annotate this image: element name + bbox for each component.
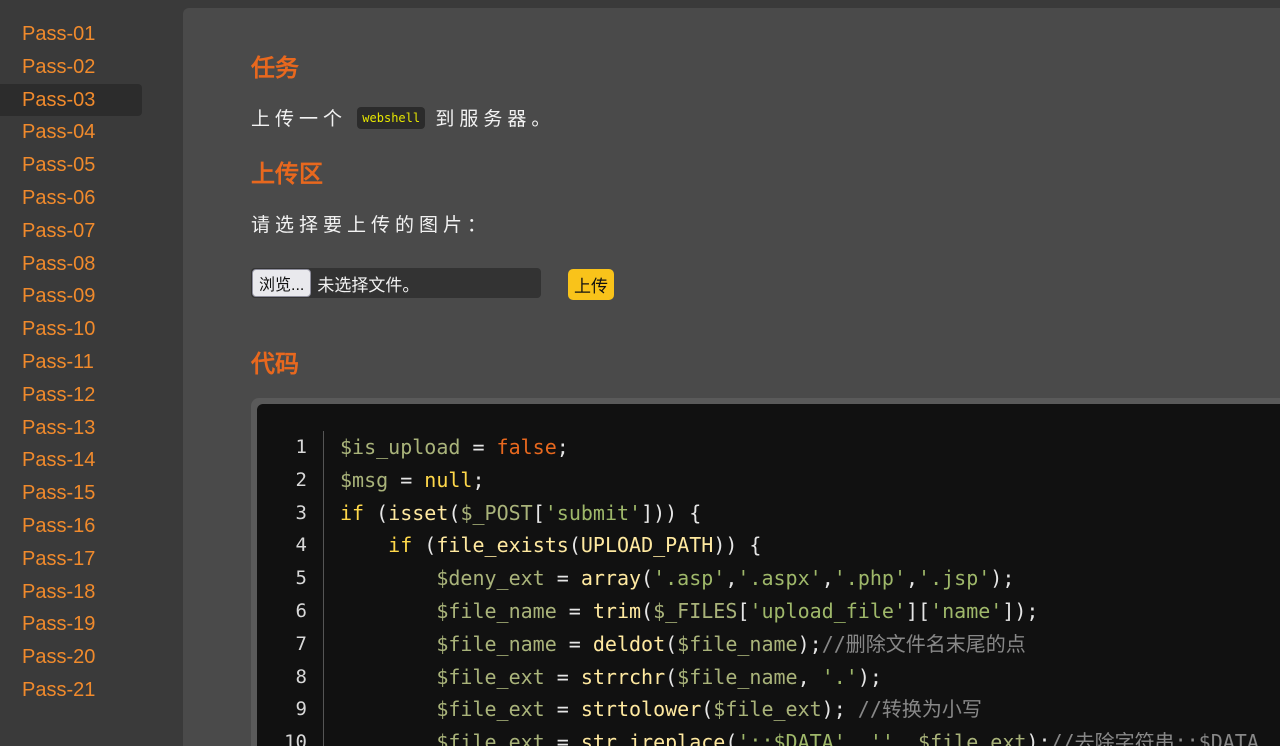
sidebar-item-pass-14[interactable]: Pass-14 (0, 444, 142, 477)
sidebar-item-pass-13[interactable]: Pass-13 (0, 412, 142, 445)
sidebar-item-pass-04[interactable]: Pass-04 (0, 116, 142, 149)
line-number-gutter: 1 2 3 4 5 6 7 8 9 10 (257, 431, 324, 746)
code-lines: $is_upload = false; $msg = null; if (isset… (340, 431, 1259, 746)
webshell-code: webshell (357, 106, 426, 129)
sidebar-item-pass-07[interactable]: Pass-07 (0, 215, 142, 248)
code-heading: 代码 (251, 351, 299, 378)
file-input[interactable]: 浏览... 未选择文件。 (251, 268, 541, 298)
main-content: 任务 上传一个 webshell 到服务器。 上传区 请选择要上传的图片： 浏览… (183, 8, 1280, 746)
line-number: 9 (295, 698, 307, 721)
sidebar-item-pass-21[interactable]: Pass-21 (0, 674, 142, 707)
code-line: $is_upload = false; (340, 435, 569, 459)
sidebar-item-pass-10[interactable]: Pass-10 (0, 313, 142, 346)
sidebar-item-pass-03[interactable]: Pass-03 (0, 83, 142, 117)
line-number: 7 (295, 632, 307, 655)
sidebar-item-pass-01[interactable]: Pass-01 (0, 18, 142, 51)
sidebar-item-pass-06[interactable]: Pass-06 (0, 182, 142, 215)
line-number: 5 (295, 567, 307, 590)
line-number: 3 (295, 501, 307, 524)
sidebar-item-pass-02[interactable]: Pass-02 (0, 51, 142, 84)
code-line: $deny_ext = array('.asp','.aspx','.php',… (436, 566, 1015, 591)
sidebar-item-pass-16[interactable]: Pass-16 (0, 510, 142, 543)
sidebar-item-pass-11[interactable]: Pass-11 (0, 346, 142, 379)
line-number: 1 (295, 436, 307, 458)
code-line: $file_ext = strtolower($file_ext); //转换为… (436, 697, 982, 722)
line-number: 2 (295, 468, 307, 491)
task-text-before: 上传一个 (251, 109, 348, 130)
upload-button[interactable]: 上传 (568, 269, 614, 300)
code-line: $file_name = deldot($file_name);//删除文件名末… (436, 631, 1026, 656)
sidebar: Pass-01 Pass-02 Pass-03 Pass-04 Pass-05 Pass-… (0, 0, 183, 746)
code-line: $file_name = trim($_FILES['upload_file']… (436, 598, 1039, 623)
line-number: 8 (295, 665, 307, 688)
task-description: 上传一个 webshell 到服务器。 (251, 104, 555, 131)
code-viewer: 1 2 3 4 5 6 7 8 9 10 $is_upload = false; $msg = nu… (257, 404, 1280, 746)
code-line: if (file_exists(UPLOAD_PATH)) { (388, 533, 762, 558)
code-block: 1 2 3 4 5 6 7 8 9 10 $is_upload = false; $msg = nu… (251, 398, 1280, 746)
sidebar-item-pass-19[interactable]: Pass-19 (0, 608, 142, 641)
line-number: 4 (295, 534, 307, 557)
sidebar-item-pass-09[interactable]: Pass-09 (0, 280, 142, 313)
code-line: $msg = null; (340, 467, 485, 492)
upload-prompt: 请选择要上传的图片： (251, 215, 492, 236)
sidebar-item-pass-20[interactable]: Pass-20 (0, 641, 142, 674)
code-line: $file_ext = strrchr($file_name, '.'); (436, 664, 882, 689)
upload-heading: 上传区 (251, 161, 323, 188)
line-number: 10 (284, 731, 307, 746)
task-heading: 任务 (251, 55, 299, 82)
sidebar-item-pass-15[interactable]: Pass-15 (0, 477, 142, 510)
sidebar-item-pass-05[interactable]: Pass-05 (0, 149, 142, 182)
code-line: $file_ext = str_ireplace('::$DATA', '', … (436, 730, 1259, 746)
code-line: if (isset($_POST['submit'])) { (340, 500, 702, 525)
sidebar-item-pass-12[interactable]: Pass-12 (0, 379, 142, 412)
sidebar-item-pass-17[interactable]: Pass-17 (0, 543, 142, 576)
task-text-after: 到服务器。 (435, 109, 556, 130)
browse-button[interactable]: 浏览... (252, 269, 312, 297)
line-number: 6 (295, 599, 307, 622)
file-status: 未选择文件。 (317, 275, 420, 295)
sidebar-nav: Pass-01 Pass-02 Pass-03 Pass-04 Pass-05 Pass-… (0, 0, 183, 707)
sidebar-item-pass-08[interactable]: Pass-08 (0, 248, 142, 281)
sidebar-item-pass-18[interactable]: Pass-18 (0, 576, 142, 609)
